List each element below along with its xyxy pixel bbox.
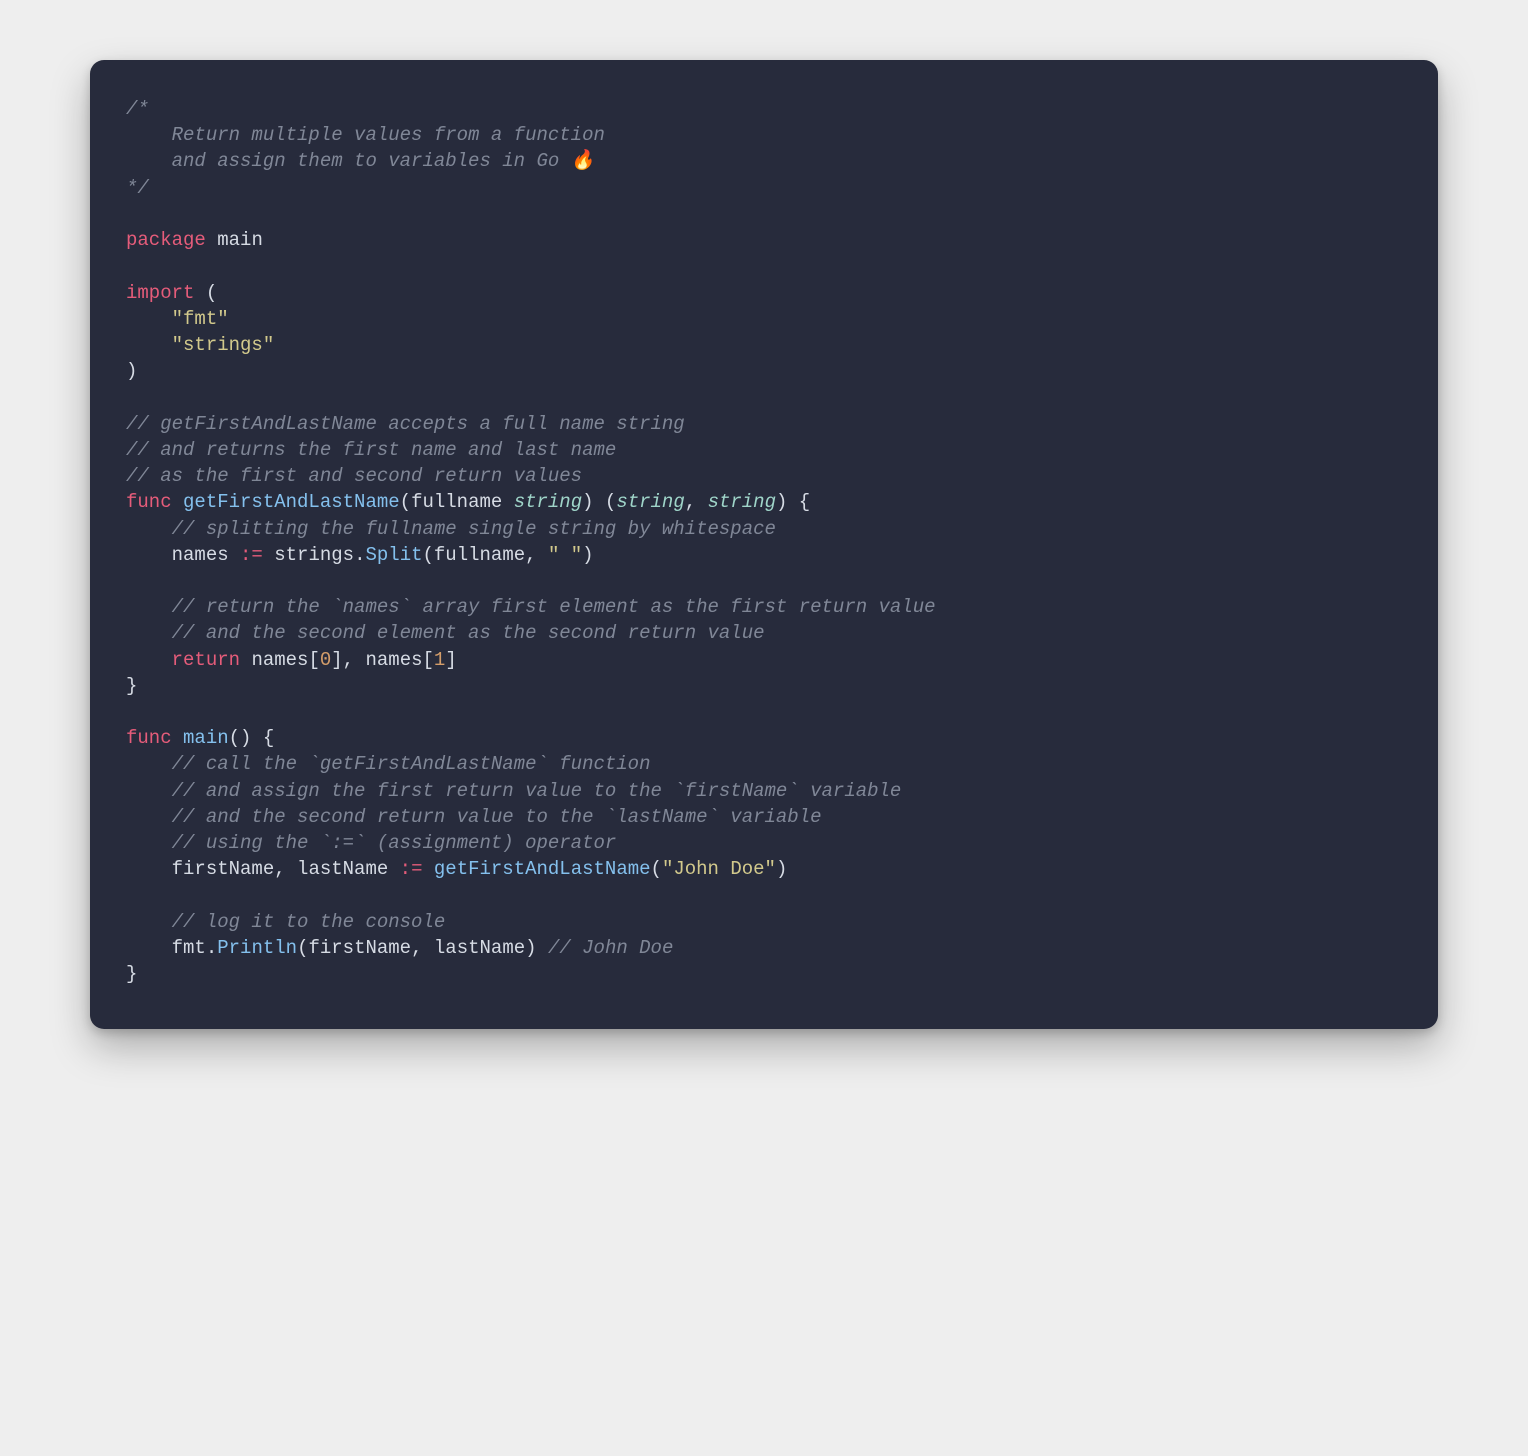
paren-close: )	[582, 491, 593, 513]
ident-lastName: lastName	[434, 937, 525, 959]
import-strings: "strings"	[172, 334, 275, 356]
func-name-main: main	[183, 727, 229, 749]
string-space: " "	[548, 544, 582, 566]
bracket-close: ]	[445, 649, 456, 671]
comment-line: // and returns the first name and last n…	[126, 439, 616, 461]
comma: ,	[274, 858, 285, 880]
comment-inline: // John Doe	[548, 937, 673, 959]
param-fullname: fullname	[411, 491, 502, 513]
bracket-close: ]	[331, 649, 342, 671]
paren-close: )	[776, 858, 787, 880]
comment-line: // splitting the fullname single string …	[172, 518, 776, 540]
paren-close: )	[582, 544, 593, 566]
number-1: 1	[434, 649, 445, 671]
keyword-func: func	[126, 491, 172, 513]
dot: .	[354, 544, 365, 566]
comment-line: // and assign the first return value to …	[172, 780, 902, 802]
func-Println: Println	[217, 937, 297, 959]
comment-line: // getFirstAndLastName accepts a full na…	[126, 413, 685, 435]
keyword-func: func	[126, 727, 172, 749]
comma: ,	[343, 649, 354, 671]
ident-fullname: fullname	[434, 544, 525, 566]
paren-close: )	[776, 491, 787, 513]
comment-line: // return the `names` array first elemen…	[172, 596, 936, 618]
type-string: string	[514, 491, 582, 513]
paren-open: (	[423, 544, 434, 566]
code-block: /* Return multiple values from a functio…	[126, 96, 1402, 987]
type-string: string	[708, 491, 776, 513]
comment-line: // using the `:=` (assignment) operator	[172, 832, 617, 854]
operator-decl: :=	[400, 858, 423, 880]
comment-block-line: Return multiple values from a function	[126, 124, 605, 146]
brace-close: }	[126, 675, 137, 697]
code-card: /* Return multiple values from a functio…	[90, 60, 1438, 1029]
bracket-open: [	[423, 649, 434, 671]
comment-line: // log it to the console	[172, 911, 446, 933]
paren-open: (	[206, 282, 217, 304]
keyword-import: import	[126, 282, 194, 304]
paren-close: )	[525, 937, 536, 959]
string-johndoe: "John Doe"	[662, 858, 776, 880]
paren-open: (	[605, 491, 616, 513]
comma: ,	[685, 491, 696, 513]
paren-open: (	[297, 937, 308, 959]
ident-names: names	[251, 649, 308, 671]
dot: .	[206, 937, 217, 959]
comment-block-open: /*	[126, 98, 149, 120]
import-fmt: "fmt"	[172, 308, 229, 330]
operator-decl: :=	[240, 544, 263, 566]
brace-open: {	[799, 491, 810, 513]
brace-close: }	[126, 963, 137, 985]
comment-line: // as the first and second return values	[126, 465, 582, 487]
package-name: main	[217, 229, 263, 251]
paren-open: (	[400, 491, 411, 513]
func-call-getFirstAndLastName: getFirstAndLastName	[434, 858, 651, 880]
ident-firstName: firstName	[308, 937, 411, 959]
paren-close: )	[240, 727, 251, 749]
func-Split: Split	[365, 544, 422, 566]
number-0: 0	[320, 649, 331, 671]
comma: ,	[525, 544, 536, 566]
paren-open: (	[651, 858, 662, 880]
paren-open: (	[229, 727, 240, 749]
bracket-open: [	[308, 649, 319, 671]
comment-block-line: and assign them to variables in Go 🔥	[126, 150, 594, 172]
comment-line: // and the second element as the second …	[172, 622, 765, 644]
keyword-package: package	[126, 229, 206, 251]
paren-close: )	[126, 360, 137, 382]
comment-line: // and the second return value to the `l…	[172, 806, 822, 828]
comment-block-close: */	[126, 177, 149, 199]
type-string: string	[616, 491, 684, 513]
func-name-getFirstAndLastName: getFirstAndLastName	[183, 491, 400, 513]
ident-names: names	[172, 544, 229, 566]
ident-strings: strings	[274, 544, 354, 566]
ident-lastName: lastName	[297, 858, 388, 880]
comment-line: // call the `getFirstAndLastName` functi…	[172, 753, 651, 775]
keyword-return: return	[172, 649, 240, 671]
page: /* Return multiple values from a functio…	[0, 0, 1528, 1456]
ident-fmt: fmt	[172, 937, 206, 959]
brace-open: {	[263, 727, 274, 749]
ident-firstName: firstName	[172, 858, 275, 880]
ident-names: names	[365, 649, 422, 671]
comma: ,	[411, 937, 422, 959]
